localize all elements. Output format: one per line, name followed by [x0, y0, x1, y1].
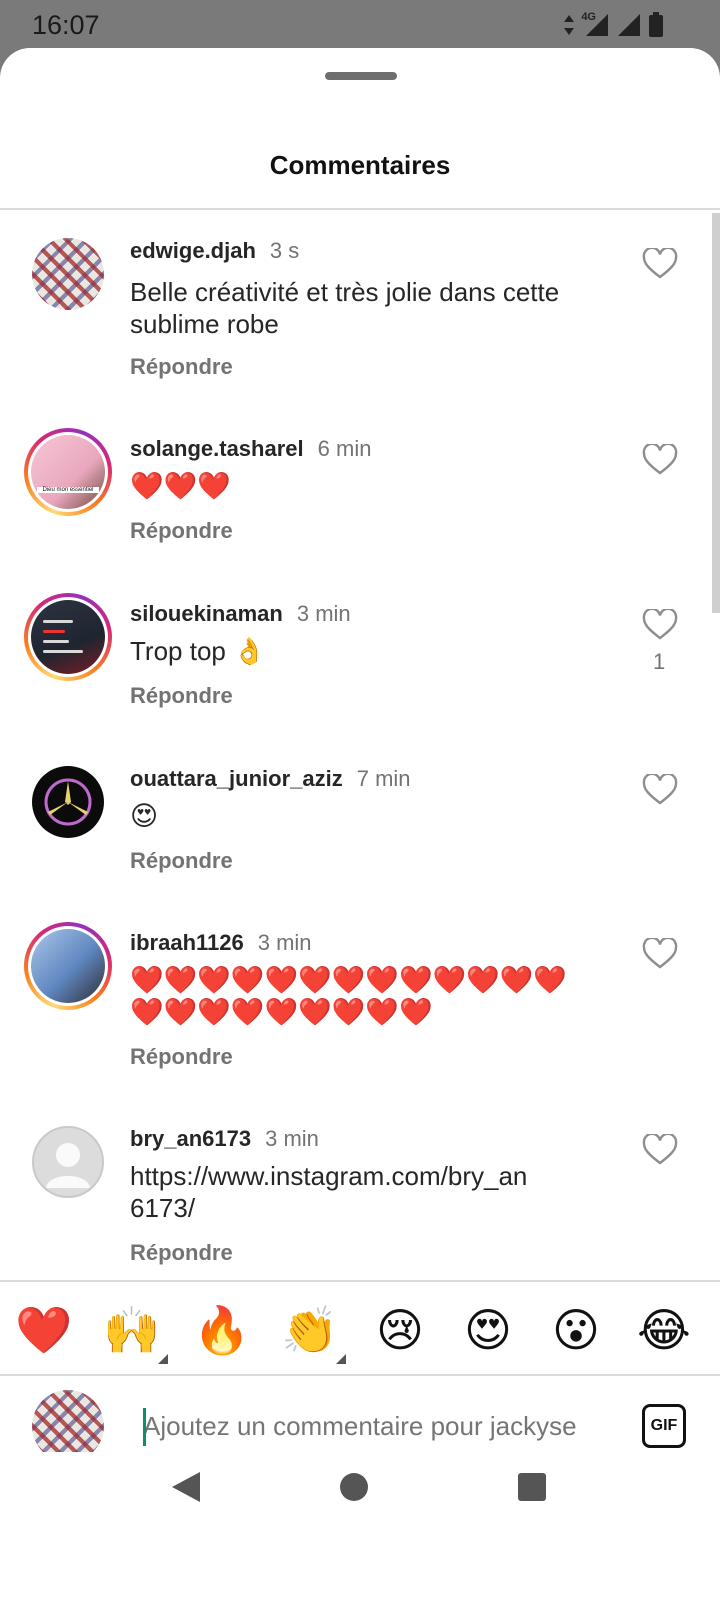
- avatar-detail: [43, 620, 73, 623]
- reaction-crying[interactable]: 😢: [370, 1302, 430, 1358]
- sheet-drag-handle[interactable]: [325, 72, 397, 80]
- comment-header: bry_an6173 3 min: [130, 1126, 319, 1152]
- reaction-clapping[interactable]: 👏: [280, 1302, 340, 1358]
- comment-username[interactable]: bry_an6173: [130, 1126, 251, 1152]
- like-count: 1: [653, 649, 666, 674]
- heart-outline-icon[interactable]: [642, 444, 678, 476]
- reaction-heart[interactable]: ❤️: [14, 1302, 74, 1358]
- comment-header: solange.tasharel 6 min: [130, 436, 371, 462]
- comment-header: ibraah1126 3 min: [130, 930, 312, 956]
- comment-username[interactable]: silouekinaman: [130, 601, 283, 627]
- comment-link[interactable]: https://www.instagram.com/bry_an6173/: [130, 1160, 530, 1224]
- back-triangle-icon[interactable]: [170, 1470, 202, 1504]
- comment-username[interactable]: ouattara_junior_aziz: [130, 766, 343, 792]
- comment-text: 😍: [130, 801, 159, 831]
- avatar-detail: [43, 640, 69, 643]
- person-silhouette-icon: [46, 1143, 90, 1188]
- avatar-caption: Dieu mon essentiel: [37, 487, 99, 493]
- avatar-inner: Dieu mon essentiel: [28, 432, 108, 512]
- skin-tone-indicator: [336, 1354, 346, 1364]
- mercedes-logo-icon: [44, 778, 92, 826]
- avatar-image: [32, 766, 104, 838]
- comment-time: 3 s: [269, 238, 300, 263]
- reaction-heart-eyes[interactable]: 😍: [458, 1302, 518, 1358]
- skin-tone-indicator: [158, 1354, 168, 1364]
- avatar-image: [31, 600, 105, 674]
- status-icons: 4G: [563, 11, 664, 38]
- reaction-fire[interactable]: 🔥: [192, 1302, 252, 1358]
- avatar-inner: [28, 926, 108, 1006]
- avatar-image: [32, 238, 104, 310]
- text-cursor: [143, 1408, 146, 1446]
- avatar[interactable]: [32, 766, 104, 838]
- reaction-raising-hands[interactable]: 🙌: [102, 1302, 162, 1358]
- reply-button[interactable]: Répondre: [130, 848, 233, 874]
- avatar-story-ring[interactable]: [24, 922, 112, 1010]
- system-navigation-bar: [0, 1452, 720, 1552]
- status-bar: 16:07 4G: [0, 0, 720, 52]
- reply-button[interactable]: Répondre: [130, 1240, 233, 1266]
- heart-outline-icon[interactable]: [642, 774, 678, 806]
- comment-time: 6 min: [317, 436, 372, 461]
- data-arrows-icon: [564, 15, 575, 35]
- reaction-laughing[interactable]: 😂: [634, 1302, 694, 1358]
- heart-outline-icon[interactable]: [642, 248, 678, 280]
- cell-signal-2-icon: [618, 14, 640, 36]
- comment-time: 3 min: [265, 1126, 319, 1151]
- comment-username[interactable]: edwige.djah: [130, 238, 256, 264]
- comment-header: silouekinaman 3 min: [130, 601, 351, 627]
- battery-icon: [649, 12, 663, 37]
- gif-button[interactable]: GIF: [642, 1404, 686, 1448]
- comment-text: Belle créativité et très jolie dans cett…: [130, 277, 560, 339]
- heart-outline-icon[interactable]: [642, 938, 678, 970]
- avatar-image: Dieu mon essentiel: [31, 435, 105, 509]
- comment-header: edwige.djah 3 s: [130, 238, 299, 264]
- reaction-surprised[interactable]: 😮: [546, 1302, 606, 1358]
- comment-input[interactable]: [143, 1406, 613, 1446]
- heart-outline-icon[interactable]: [642, 609, 678, 641]
- heart-outline-icon[interactable]: [642, 1134, 678, 1166]
- comments-sheet: Commentaires edwige.djah 3 s Belle créat…: [0, 48, 720, 1600]
- reply-button[interactable]: Répondre: [130, 518, 233, 544]
- comment-time: 3 min: [296, 601, 351, 626]
- home-circle-icon[interactable]: [340, 1473, 368, 1501]
- avatar-story-ring[interactable]: Dieu mon essentiel: [24, 428, 112, 516]
- comment-text: Trop top 👌: [130, 636, 266, 666]
- status-time: 16:07: [32, 10, 100, 40]
- sheet-title: Commentaires: [269, 150, 451, 180]
- avatar-detail: [43, 630, 65, 633]
- reply-button[interactable]: Répondre: [130, 683, 233, 709]
- avatar-detail: [43, 650, 83, 653]
- comment-header: ouattara_junior_aziz 7 min: [130, 766, 411, 792]
- avatar[interactable]: [32, 1126, 104, 1198]
- comment-time: 7 min: [356, 766, 411, 791]
- reply-button[interactable]: Répondre: [130, 1044, 233, 1070]
- comment-time: 3 min: [257, 930, 312, 955]
- comment-text: ❤️❤️❤️: [130, 471, 231, 501]
- comment-text: ❤️❤️❤️❤️❤️❤️❤️❤️❤️❤️❤️❤️❤️❤️❤️❤️❤️❤️❤️❤️…: [130, 965, 568, 1027]
- avatar-image: [31, 929, 105, 1003]
- network-type-label: 4G: [581, 11, 596, 23]
- default-avatar-icon: [32, 1126, 104, 1198]
- recents-square-icon[interactable]: [518, 1473, 546, 1501]
- scrollbar[interactable]: [712, 213, 720, 613]
- avatar-inner: [28, 597, 108, 677]
- comment-username[interactable]: ibraah1126: [130, 930, 244, 956]
- comment-username[interactable]: solange.tasharel: [130, 436, 304, 462]
- avatar-story-ring[interactable]: [24, 593, 112, 681]
- avatar[interactable]: [32, 238, 104, 310]
- title-divider: [0, 208, 720, 210]
- reply-button[interactable]: Répondre: [130, 354, 233, 380]
- quick-reactions-bar: ❤️ 🙌 🔥 👏 😢 😍 😮 😂: [0, 1280, 720, 1376]
